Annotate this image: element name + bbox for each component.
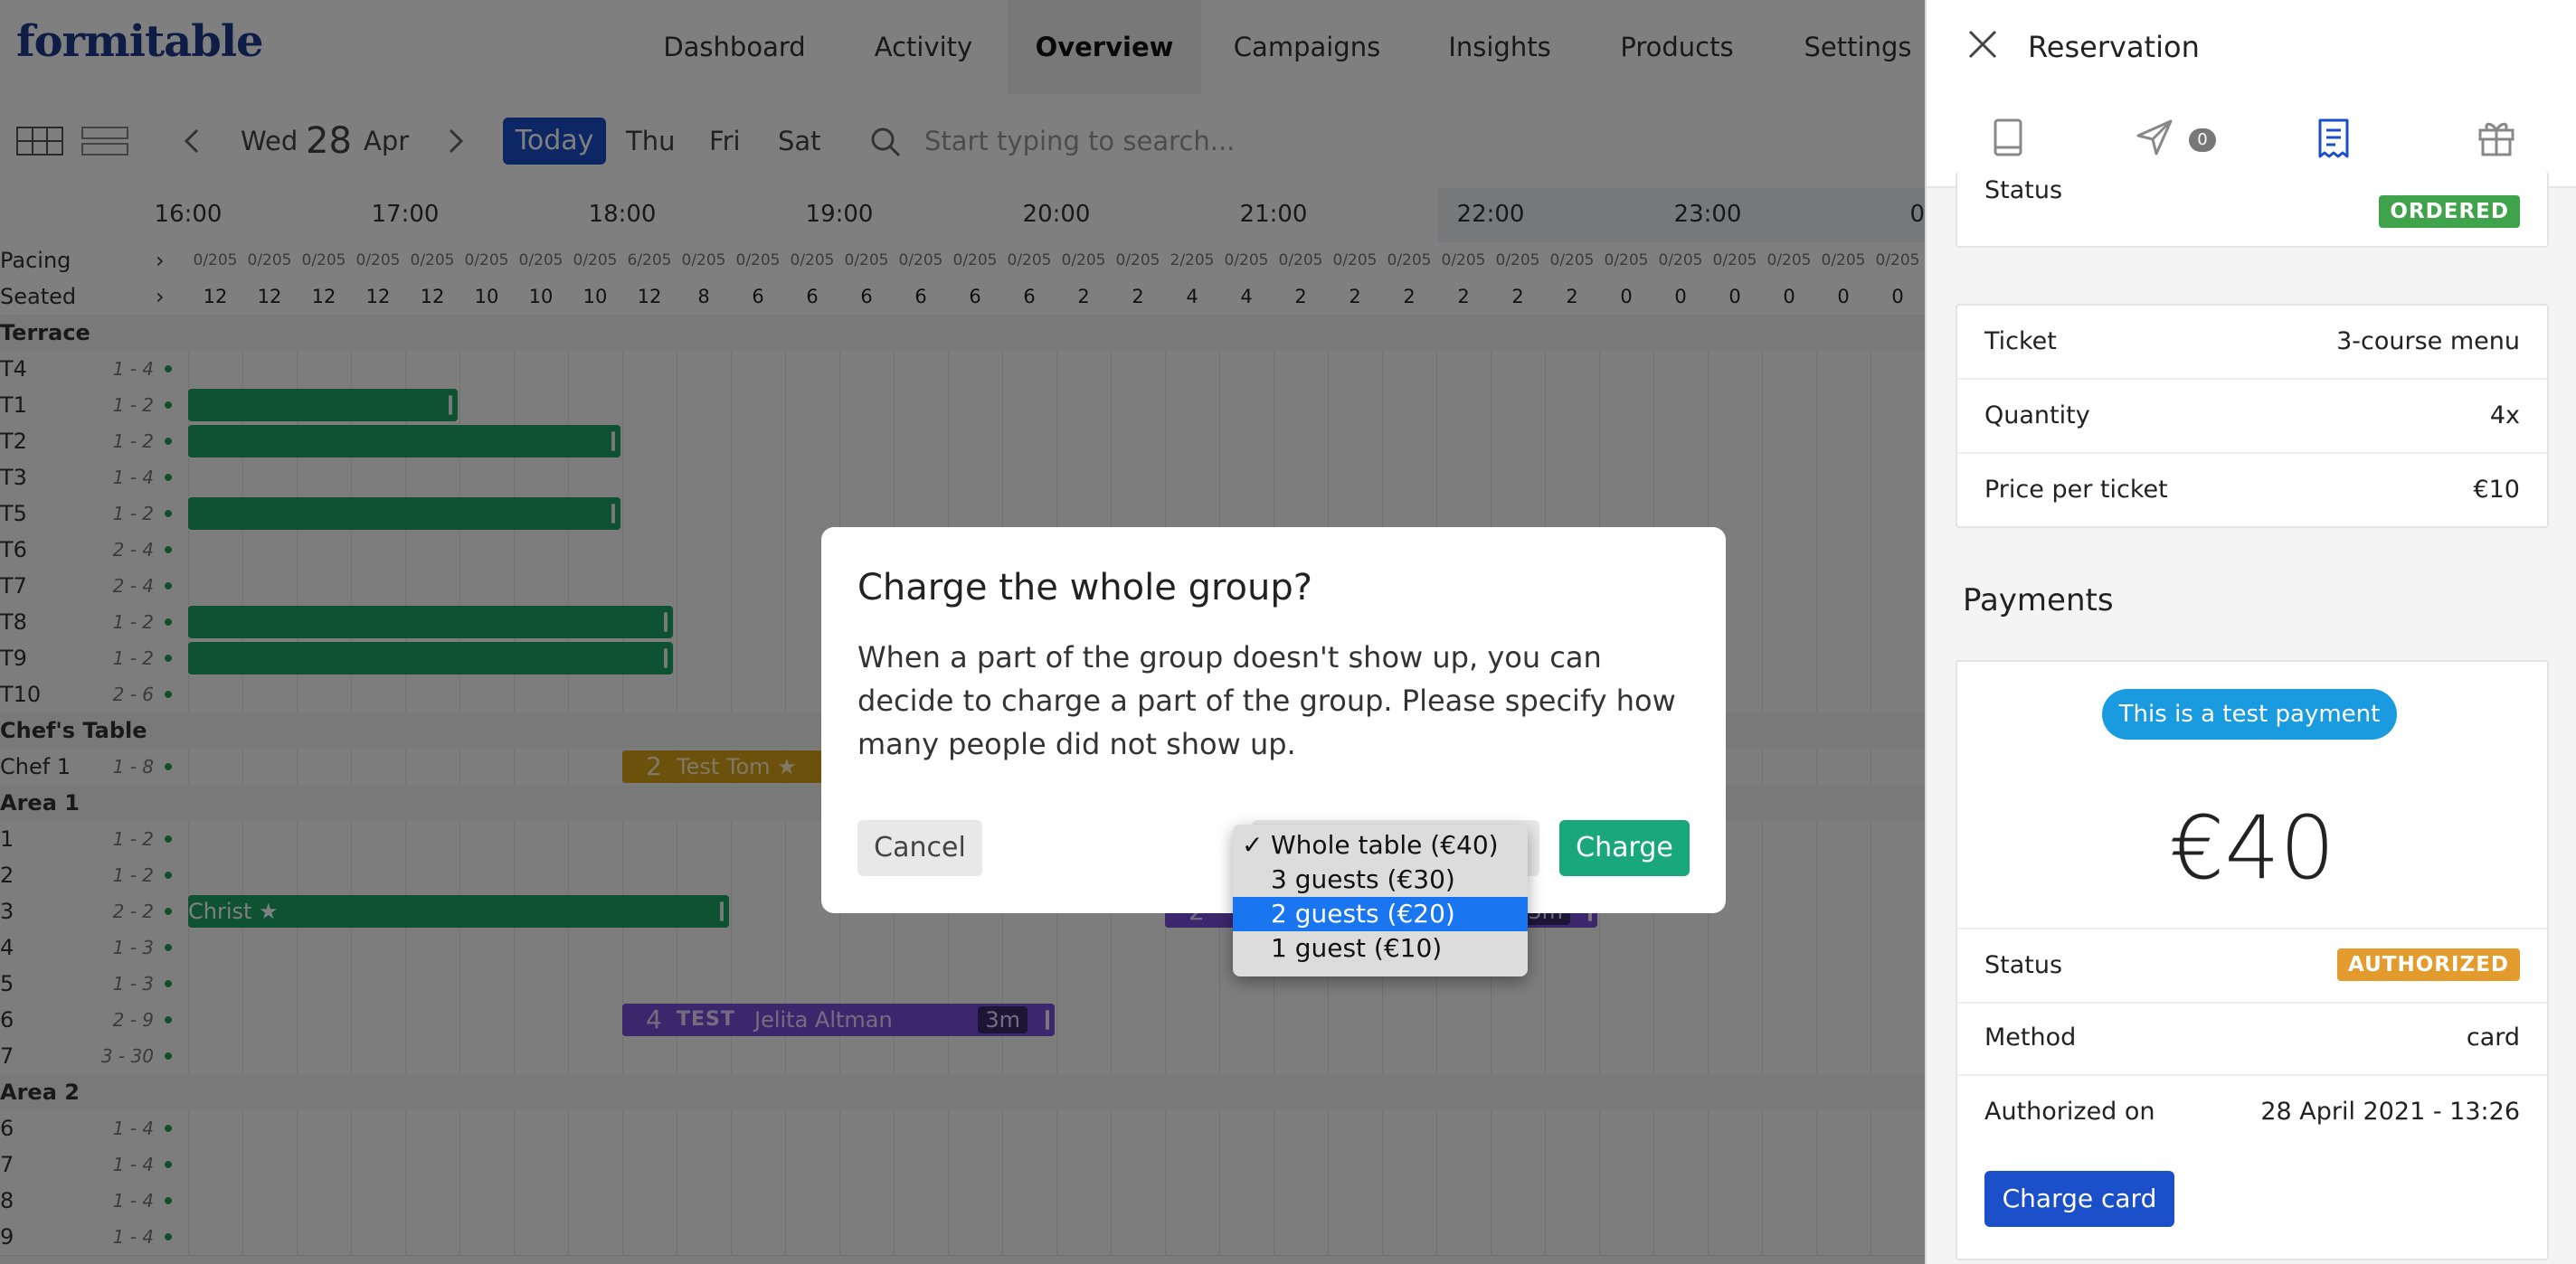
messages-count-badge: 0 bbox=[2189, 128, 2216, 152]
quantity-value: 4x bbox=[2489, 401, 2520, 429]
reservation-panel: Reservation 0 Status ORDERED .pill[data-… bbox=[1925, 0, 2576, 1264]
order-status-row: Status ORDERED bbox=[1957, 172, 2547, 246]
option-3-guests[interactable]: 3 guests (€30) bbox=[1233, 863, 1528, 897]
charge-card-button[interactable]: Charge card bbox=[1984, 1171, 2174, 1227]
receipt-icon bbox=[2318, 118, 2349, 158]
price-label: Price per ticket bbox=[1984, 476, 2168, 504]
book-icon bbox=[1994, 118, 2022, 156]
send-icon bbox=[2136, 119, 2173, 156]
payments-heading: Payments bbox=[1963, 582, 2114, 618]
option-2-guests[interactable]: 2 guests (€20) bbox=[1233, 897, 1528, 931]
authorized-value: 28 April 2021 - 13:26 bbox=[2260, 1098, 2520, 1126]
price-row: Price per ticket €10 bbox=[1957, 454, 2547, 526]
cancel-button[interactable]: Cancel bbox=[857, 820, 982, 876]
option-label: 3 guests (€30) bbox=[1271, 864, 1455, 894]
ticket-value: 3-course menu bbox=[2336, 327, 2520, 355]
option-label: 1 guest (€10) bbox=[1271, 933, 1443, 963]
authorized-label: Authorized on bbox=[1984, 1098, 2155, 1126]
payment-status-row: Status AUTHORIZED bbox=[1957, 928, 2547, 1004]
test-payment-badge: This is a test payment bbox=[2102, 689, 2397, 740]
method-value: card bbox=[2466, 1023, 2520, 1052]
price-value: €10 bbox=[2473, 476, 2520, 504]
quantity-row: Quantity 4x bbox=[1957, 380, 2547, 454]
ordered-badge: ORDERED bbox=[2379, 195, 2520, 228]
option-label: 2 guests (€20) bbox=[1271, 899, 1455, 929]
close-icon[interactable] bbox=[1965, 29, 2001, 65]
ticket-row: Ticket 3-course menu bbox=[1957, 306, 2547, 380]
payment-amount: €40 bbox=[2169, 797, 2335, 899]
method-row: Method card bbox=[1957, 1002, 2547, 1076]
dialog-body: When a part of the group doesn't show up… bbox=[857, 640, 1676, 761]
order-status-label: Status bbox=[1984, 176, 2063, 204]
authorized-badge: AUTHORIZED bbox=[2336, 948, 2520, 981]
panel-header: Reservation bbox=[1927, 0, 2576, 96]
check-icon: ✓ bbox=[1242, 830, 1264, 860]
method-label: Method bbox=[1984, 1023, 2077, 1052]
charge-button[interactable]: Charge bbox=[1559, 820, 1690, 876]
authorized-row: Authorized on 28 April 2021 - 13:26 bbox=[1957, 1076, 2547, 1148]
quantity-label: Quantity bbox=[1984, 401, 2090, 429]
option-1-guest[interactable]: 1 guest (€10) bbox=[1233, 931, 1528, 966]
ticket-label: Ticket bbox=[1984, 327, 2057, 355]
payment-status-label: Status bbox=[1984, 951, 2063, 979]
ticket-card: Ticket 3-course menu Quantity 4x Price p… bbox=[1956, 304, 2549, 528]
no-show-dropdown: ✓ Whole table (€40) 3 guests (€30) 2 gue… bbox=[1233, 825, 1528, 976]
panel-title: Reservation bbox=[2028, 30, 2200, 64]
order-status-card: Status ORDERED bbox=[1956, 172, 2549, 248]
option-whole-table[interactable]: ✓ Whole table (€40) bbox=[1233, 828, 1528, 863]
payment-card: This is a test payment €40 Status AUTHOR… bbox=[1956, 660, 2549, 1260]
gift-icon bbox=[2478, 122, 2514, 156]
option-label: Whole table (€40) bbox=[1271, 830, 1499, 860]
dialog-title: Charge the whole group? bbox=[857, 567, 1312, 608]
